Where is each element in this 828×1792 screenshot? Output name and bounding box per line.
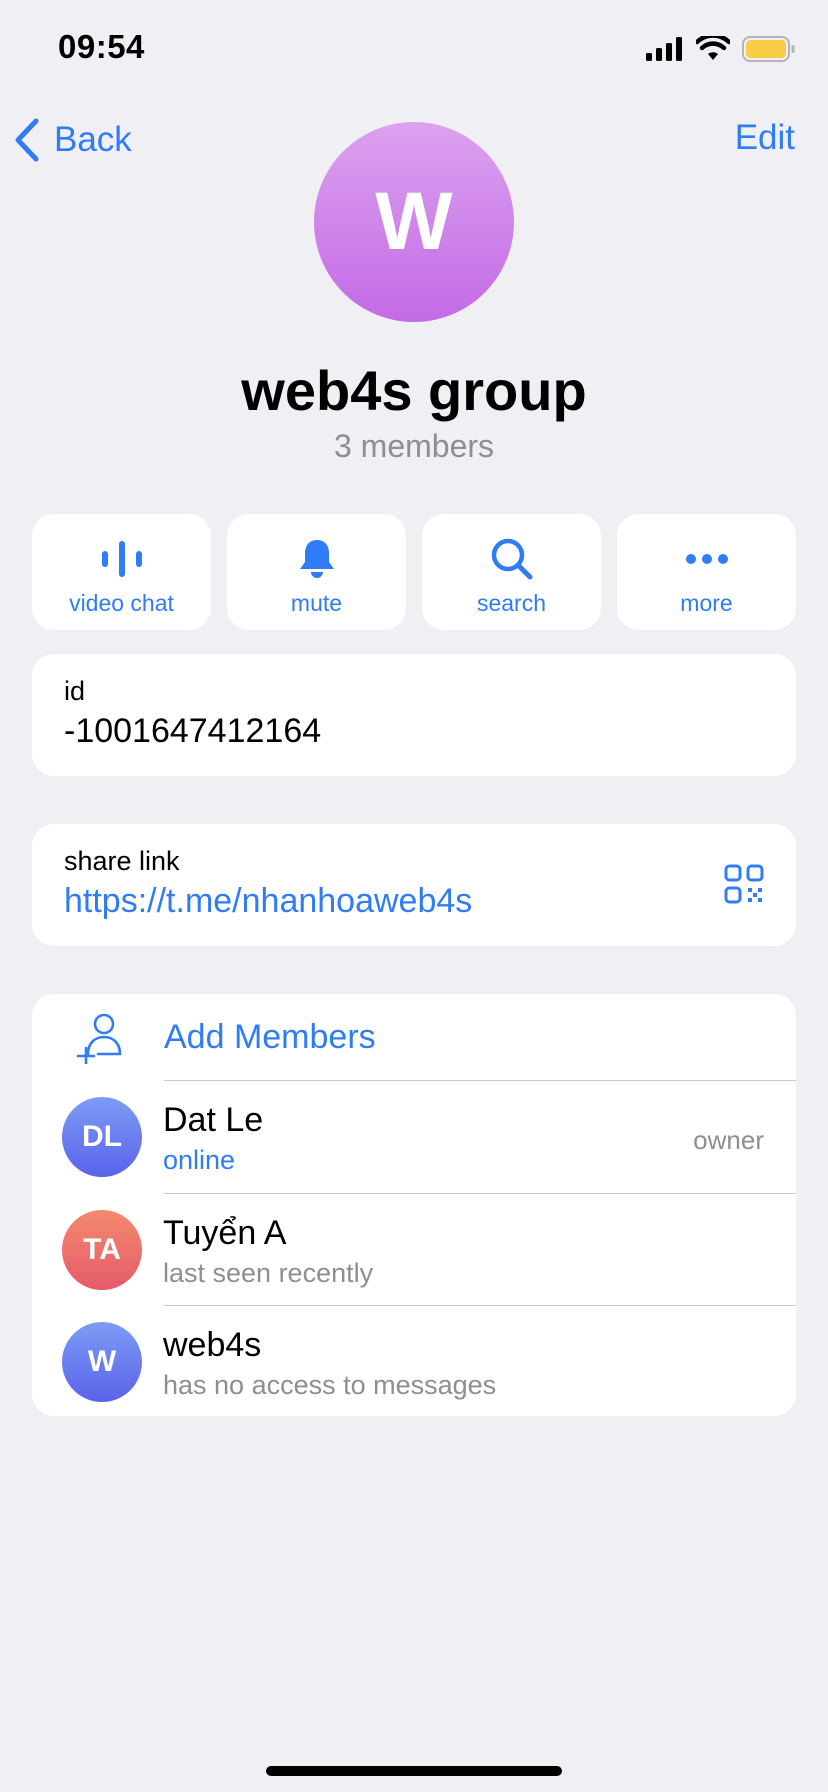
member-role: owner [693, 1125, 764, 1155]
home-indicator[interactable] [266, 1766, 562, 1776]
back-label: Back [54, 120, 132, 159]
add-member-icon [76, 1013, 122, 1064]
battery-icon [742, 36, 795, 62]
member-status: online [163, 1145, 236, 1175]
action-buttons: video chat mute search more [32, 514, 796, 630]
add-members-label: Add Members [164, 1018, 376, 1056]
share-link-label: share link [64, 846, 180, 876]
search-icon [490, 536, 534, 582]
avatar: TA [62, 1210, 142, 1290]
id-card[interactable]: id -1001647412164 [32, 654, 796, 776]
group-avatar[interactable]: W [314, 122, 514, 322]
member-count: 3 members [333, 428, 495, 464]
add-members-button[interactable]: Add Members [32, 994, 796, 1080]
member-name: Dat Le [163, 1101, 264, 1139]
qr-code-icon[interactable] [724, 864, 764, 904]
mute-label: mute [290, 590, 343, 616]
search-label: search [476, 590, 547, 616]
member-status: last seen recently [163, 1258, 374, 1288]
member-row-dat-le[interactable]: DL Dat Le online owner [32, 1081, 796, 1193]
share-link-url[interactable]: https://t.me/nhanhoaweb4s [64, 882, 472, 921]
video-chat-label: video chat [69, 590, 174, 616]
group-title: web4s group [241, 359, 587, 422]
wifi-icon [696, 36, 730, 60]
back-button[interactable]: Back [14, 118, 132, 162]
chevron-left-icon [15, 118, 39, 162]
voice-chat-icon [100, 536, 144, 582]
cellular-signal-icon [646, 37, 682, 61]
search-button[interactable]: search [422, 514, 601, 630]
member-name: Tuyển A [163, 1214, 287, 1252]
avatar: DL [62, 1097, 142, 1177]
status-time: 09:54 [58, 28, 145, 65]
more-label: more [680, 590, 733, 616]
id-value: -1001647412164 [64, 712, 322, 750]
more-button[interactable]: more [617, 514, 796, 630]
bell-icon [298, 536, 336, 582]
more-dots-icon [685, 536, 729, 582]
member-row-web4s[interactable]: W web4s has no access to messages [32, 1306, 796, 1416]
mute-button[interactable]: mute [227, 514, 406, 630]
video-chat-button[interactable]: video chat [32, 514, 211, 630]
members-card: Add Members DL Dat Le online owner TA Tu… [32, 994, 796, 1416]
share-link-card: share link https://t.me/nhanhoaweb4s [32, 824, 796, 946]
id-label: id [64, 676, 86, 706]
member-status: has no access to messages [163, 1370, 497, 1400]
member-name: web4s [163, 1326, 262, 1364]
status-icons [646, 34, 796, 64]
avatar: W [62, 1322, 142, 1402]
edit-button[interactable]: Edit [735, 118, 795, 158]
status-bar: 09:54 [0, 0, 828, 100]
member-row-tuyen-a[interactable]: TA Tuyển A last seen recently [32, 1194, 796, 1306]
